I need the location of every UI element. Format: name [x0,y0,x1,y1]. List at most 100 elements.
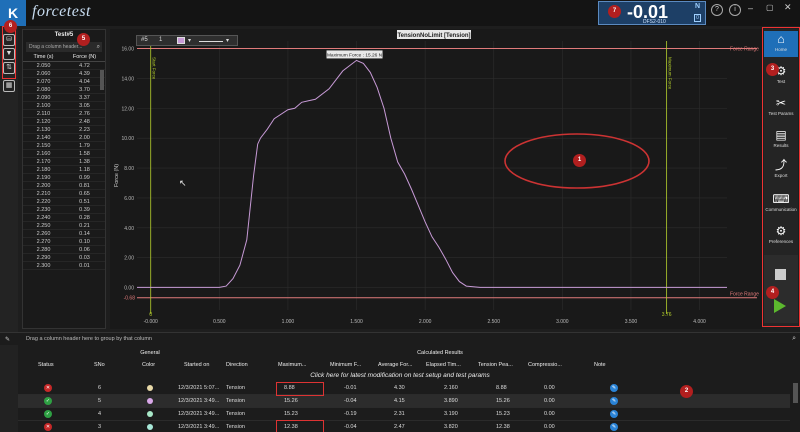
data-panel-row[interactable]: 2.220 0.51 [23,198,105,206]
time-cell: 2.220 [36,199,51,205]
maximize-icon[interactable]: ▢ [766,3,774,12]
column-header-note[interactable]: Note [594,362,606,368]
data-panel-row[interactable]: 2.100 3.05 [23,102,105,110]
column-header-elapsed-tim[interactable]: Elapsed Tim... [426,362,461,368]
callout-badge: 3 [766,63,779,76]
data-panel-row[interactable]: 2.150 1.79 [23,142,105,150]
series-color-dot[interactable] [147,424,153,430]
data-panel-row[interactable]: 2.230 0.39 [23,206,105,214]
column-header-status[interactable]: Status [38,362,54,368]
results-panel: ✎ Drag a column header here to group by … [0,332,800,432]
data-panel-row[interactable]: 2.070 4.04 [23,78,105,86]
filter-icon[interactable]: ▼ [3,48,15,60]
data-panel-row[interactable]: 2.260 0.14 [23,230,105,238]
minimize-icon[interactable]: – [748,3,753,13]
data-panel-row[interactable]: 2.140 2.00 [23,134,105,142]
series-color-swatch[interactable] [177,37,185,44]
latest-modification-hint[interactable]: Click here for latest modification on te… [0,371,800,381]
data-panel-row[interactable]: 2.170 1.38 [23,158,105,166]
series-color-dot[interactable] [147,411,153,417]
data-panel-row[interactable]: 2.200 0.81 [23,182,105,190]
column-header-force[interactable]: Force (N) [64,54,105,61]
series-color-dot[interactable] [147,385,153,391]
chart-series-count[interactable]: 1 [159,37,162,43]
pin-icon[interactable]: ✎ [5,336,10,343]
database-icon[interactable]: ⛁ [3,34,15,46]
force-cell: 3.70 [79,87,90,93]
column-header-sno[interactable]: SNo [94,362,105,368]
table-icon[interactable]: ▦ [3,80,15,92]
series-color-dot[interactable] [147,398,153,404]
edit-note-icon[interactable]: ✎ [610,423,618,431]
column-header-maximum[interactable]: Maximum... [278,362,306,368]
chart-area[interactable]: TensionNoLimit [Tension] 16.00 14.00 12.00 1… [110,29,762,329]
data-panel-row[interactable]: 2.130 2.23 [23,126,105,134]
max-highlight-box [276,420,324,432]
data-panel-row[interactable]: 2.300 0.01 [23,262,105,270]
column-header-tension-pea[interactable]: Tension Pea... [478,362,513,368]
data-panel-row[interactable]: 2.090 3.37 [23,94,105,102]
edit-note-icon[interactable]: ✎ [610,384,618,392]
x-tick-label: 2.500 [487,319,500,325]
cell-direction: Tension [226,385,245,391]
y-tick-label: 10.00 [121,136,134,142]
pass-status-icon: ✓ [44,397,52,405]
data-panel-title: Test#5 [54,32,74,38]
time-cell: 2.080 [36,87,51,93]
force-chart[interactable]: TensionNoLimit [Tension]16.0014.0012.001… [110,29,762,329]
table-row[interactable]: ✓ 5 12/3/2021 3:49... Tension 15.26 -0.04 4.15… [18,395,790,408]
group-by-hint[interactable]: Drag a column header here to group by th… [26,336,152,342]
table-row[interactable]: ✕ 6 12/3/2021 5:07... Tension 8.88 -0.01 4.30 2… [18,382,790,395]
column-header-color[interactable]: Color [142,362,155,368]
cell-max: 15.23 [284,411,298,417]
data-panel-row[interactable]: 2.280 0.06 [23,246,105,254]
data-panel-search[interactable]: Drag a column header... ⌕ [26,42,102,52]
data-panel-row[interactable]: 2.210 0.65 [23,190,105,198]
data-panel-row[interactable]: 2.120 2.48 [23,118,105,126]
callout-badge: 4 [766,286,779,299]
info-icon[interactable]: i [729,4,741,16]
table-row[interactable]: ✓ 4 12/3/2021 3:49... Tension 15.23 -0.19 2.31… [18,408,790,421]
chevron-down-icon[interactable]: ▾ [226,37,229,44]
x-tick-label: 0.500 [213,319,226,325]
data-panel-row[interactable]: 2.050 4.72 [23,62,105,70]
sort-icon[interactable]: ⇅ [3,62,15,74]
results-scrollbar[interactable] [793,383,798,403]
force-cell: 0.10 [79,239,90,245]
search-icon[interactable]: ⌕ [97,42,100,52]
data-panel-row[interactable]: 2.060 4.39 [23,70,105,78]
column-header-minimum-f[interactable]: Minimum F... [330,362,361,368]
data-panel-row[interactable]: 2.290 0.03 [23,254,105,262]
end-marker-label: Maximum Force [668,57,673,90]
data-panel-row[interactable]: 2.080 3.70 [23,86,105,94]
callout-badge: 5 [77,33,90,46]
edit-note-icon[interactable]: ✎ [610,410,618,418]
column-header-average-for[interactable]: Average For... [378,362,412,368]
data-panel-row[interactable]: 2.180 1.18 [23,166,105,174]
time-cell: 2.140 [36,135,51,141]
data-panel-scrollbar[interactable] [100,70,104,90]
data-panel-row[interactable]: 2.270 0.10 [23,238,105,246]
column-header-compressio[interactable]: Compressio... [528,362,562,368]
time-cell: 2.180 [36,167,51,173]
data-panel-row[interactable]: 2.190 0.99 [23,174,105,182]
x-tick-label: 3.500 [625,319,638,325]
close-icon[interactable]: ✕ [784,2,792,13]
chevron-down-icon[interactable]: ▾ [188,37,191,44]
line-style-swatch[interactable] [199,41,223,42]
column-header-started-on[interactable]: Started on [184,362,209,368]
time-cell: 2.250 [36,223,51,229]
edit-note-icon[interactable]: ✎ [610,397,618,405]
data-panel-rows: 2.050 4.72 2.060 4.39 2.070 4.04 2.080 3.70 2.09… [23,62,105,270]
table-row[interactable]: ✕ 3 12/3/2021 3:49... Tension 12.38 -0.04 2.47… [18,421,790,432]
time-cell: 2.110 [36,111,51,117]
search-icon[interactable]: ⌕ [792,335,796,343]
help-icon[interactable]: ? [711,4,723,16]
column-header-time[interactable]: Time (s) [23,54,64,61]
data-panel-row[interactable]: 2.110 2.76 [23,110,105,118]
data-panel-row[interactable]: 2.160 1.58 [23,150,105,158]
column-header-direction[interactable]: Direction [226,362,248,368]
data-panel-row[interactable]: 2.250 0.21 [23,222,105,230]
data-panel-row[interactable]: 2.240 0.28 [23,214,105,222]
cell-sno: 3 [98,424,102,430]
